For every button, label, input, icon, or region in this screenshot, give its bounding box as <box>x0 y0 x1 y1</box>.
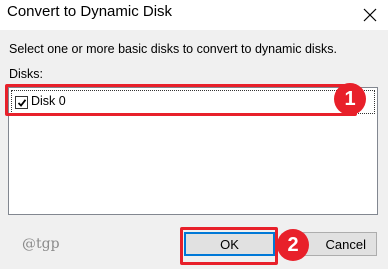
instruction-text: Select one or more basic disks to conver… <box>9 42 337 56</box>
disks-label: Disks: <box>9 67 44 81</box>
window-title: Convert to Dynamic Disk <box>7 3 173 20</box>
highlight-box-step-2 <box>180 227 278 265</box>
watermark: @tgp <box>22 236 60 252</box>
close-icon <box>363 8 377 22</box>
step-badge-1: 1 <box>334 83 366 115</box>
highlight-box-step-1 <box>5 84 357 116</box>
step-badge-2: 2 <box>277 229 309 261</box>
close-button[interactable] <box>352 0 388 30</box>
title-bar: Convert to Dynamic Disk <box>0 0 388 30</box>
